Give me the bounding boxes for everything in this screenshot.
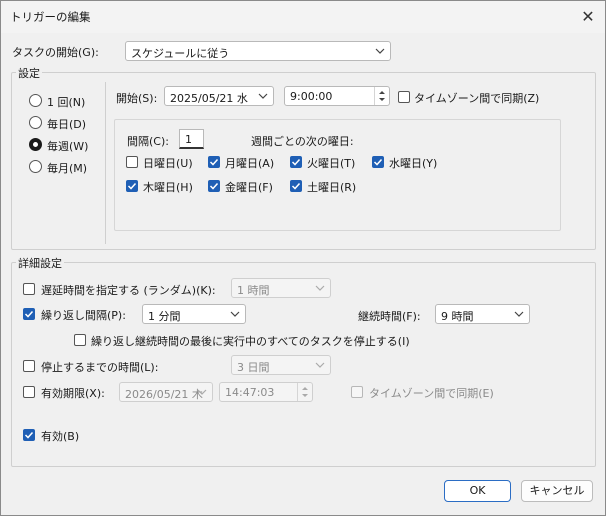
close-icon[interactable]: ✕	[577, 6, 599, 28]
ok-button[interactable]: OK	[444, 480, 511, 502]
start-time-value: 9:00:00	[290, 90, 333, 103]
chevron-down-icon	[315, 362, 325, 368]
expire-date-picker[interactable]: 2026/05/21 木	[119, 382, 213, 402]
repeat-select[interactable]: 1 分間	[142, 304, 246, 324]
duration-label: 継続時間(F):	[358, 310, 421, 323]
recur-value: 1	[185, 133, 192, 146]
checkmark-icon	[24, 431, 34, 439]
delay-value: 1 時間	[237, 284, 270, 297]
start-label: 開始(S):	[116, 92, 158, 105]
dialog-title: トリガーの編集	[10, 10, 91, 24]
radio-monthly-dot[interactable]	[29, 160, 42, 173]
chevron-down-icon	[258, 93, 268, 99]
checkmark-icon	[209, 182, 219, 190]
stop-after-checkbox[interactable]	[23, 360, 35, 372]
chevron-down-icon	[514, 311, 524, 317]
expire-time-value: 14:47:03	[225, 386, 275, 399]
time-spinner[interactable]	[374, 87, 389, 105]
repeat-label: 繰り返し間隔(P):	[41, 309, 126, 322]
settings-group-label: 設定	[16, 65, 42, 81]
start-date-value: 2025/05/21 水	[170, 92, 248, 105]
expire-date-value: 2026/05/21 木	[125, 388, 203, 401]
expire-time-spinner[interactable]	[297, 383, 312, 401]
stop-after-select[interactable]: 3 日間	[231, 355, 331, 375]
friday-checkbox[interactable]	[208, 180, 220, 192]
sunday-checkbox[interactable]	[126, 156, 138, 168]
thursday-label: 木曜日(H)	[143, 181, 193, 194]
radio-monthly-label: 毎月(M)	[47, 162, 88, 175]
radio-daily-label: 毎日(D)	[47, 118, 87, 131]
expire-sync-label: タイムゾーン間で同期(E)	[369, 387, 494, 400]
spinner-arrows-icon	[379, 91, 385, 101]
saturday-label: 土曜日(R)	[307, 181, 357, 194]
begin-task-value: スケジュールに従う	[131, 47, 230, 60]
edit-trigger-dialog: トリガーの編集 ✕ タスクの開始(G): スケジュールに従う 設定 1 回(N)…	[0, 0, 606, 516]
friday-label: 金曜日(F)	[225, 181, 273, 194]
advanced-group-label: 詳細設定	[16, 255, 64, 271]
stop-after-label: 停止するまでの時間(L):	[41, 361, 159, 374]
chevron-down-icon	[230, 311, 240, 317]
delay-checkbox[interactable]	[23, 283, 35, 295]
checkmark-icon	[291, 158, 301, 166]
enabled-label: 有効(B)	[41, 430, 80, 443]
radio-once-label: 1 回(N)	[47, 96, 86, 109]
duration-select[interactable]: 9 時間	[435, 304, 530, 324]
start-date-picker[interactable]: 2025/05/21 水	[164, 86, 274, 106]
monday-checkbox[interactable]	[208, 156, 220, 168]
radio-weekly-dot[interactable]	[29, 138, 42, 151]
delay-label: 遅延時間を指定する (ランダム)(K):	[41, 284, 216, 297]
repeat-value: 1 分間	[148, 310, 181, 323]
stop-after-value: 3 日間	[237, 361, 270, 374]
expire-sync-checkbox[interactable]	[351, 386, 363, 398]
chevron-down-icon	[375, 48, 385, 54]
checkmark-icon	[24, 310, 34, 318]
recur-input[interactable]: 1	[179, 129, 204, 149]
stop-running-label: 繰り返し継続時間の最後に実行中のすべてのタスクを停止する(I)	[91, 335, 410, 348]
begin-task-select[interactable]: スケジュールに従う	[125, 41, 391, 61]
radio-once-dot[interactable]	[29, 94, 42, 107]
saturday-checkbox[interactable]	[290, 180, 302, 192]
sync-timezone-label: タイムゾーン間で同期(Z)	[414, 92, 540, 105]
chevron-down-icon	[315, 285, 325, 291]
wednesday-checkbox[interactable]	[372, 156, 384, 168]
wednesday-label: 水曜日(Y)	[389, 157, 438, 170]
duration-value: 9 時間	[441, 310, 474, 323]
expire-checkbox[interactable]	[23, 386, 35, 398]
title-bar: トリガーの編集 ✕	[1, 1, 605, 33]
recur-label: 間隔(C):	[127, 135, 169, 148]
chevron-down-icon	[197, 389, 207, 395]
monday-label: 月曜日(A)	[225, 157, 275, 170]
stop-running-checkbox[interactable]	[74, 334, 86, 346]
radio-daily-dot[interactable]	[29, 116, 42, 129]
cancel-button[interactable]: キャンセル	[521, 480, 593, 502]
enabled-checkbox[interactable]	[23, 429, 35, 441]
repeat-checkbox[interactable]	[23, 308, 35, 320]
weekday-heading: 週間ごとの次の曜日:	[251, 135, 354, 148]
thursday-checkbox[interactable]	[126, 180, 138, 192]
checkmark-icon	[209, 158, 219, 166]
expire-time-input[interactable]: 14:47:03	[219, 382, 313, 402]
settings-divider	[105, 82, 106, 244]
checkmark-icon	[291, 182, 301, 190]
tuesday-label: 火曜日(T)	[307, 157, 356, 170]
begin-task-label: タスクの開始(G):	[12, 46, 99, 59]
delay-select[interactable]: 1 時間	[231, 278, 331, 298]
expire-label: 有効期限(X):	[41, 387, 105, 400]
start-time-input[interactable]: 9:00:00	[284, 86, 390, 106]
tuesday-checkbox[interactable]	[290, 156, 302, 168]
sunday-label: 日曜日(U)	[143, 157, 193, 170]
radio-weekly-label: 毎週(W)	[47, 140, 89, 153]
sync-timezone-checkbox[interactable]	[398, 91, 410, 103]
spinner-arrows-icon	[302, 387, 308, 397]
checkmark-icon	[127, 182, 137, 190]
checkmark-icon	[373, 158, 383, 166]
